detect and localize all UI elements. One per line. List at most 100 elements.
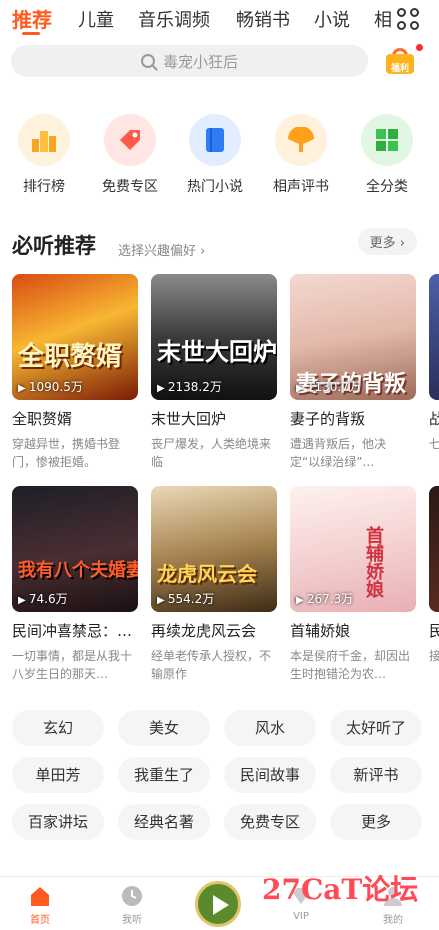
book-description: 穿越异世，携婚书登门，惨被拒婚。 [12, 437, 121, 469]
book-title: 民 [429, 622, 439, 640]
book-title: 全职赘婿 [12, 410, 73, 428]
quick-link-ranking[interactable]: 排行榜 [9, 114, 79, 196]
quick-link-free[interactable]: 免费专区 [95, 114, 165, 196]
nav-label: 我的 [383, 915, 403, 926]
notification-dot [416, 44, 423, 51]
book-description: 本是侯府千金，却因出生时抱错沦为农… [290, 649, 411, 681]
book-description: 七 [429, 437, 439, 451]
tag-chip[interactable]: 我重生了 [118, 757, 210, 793]
book-card-partial[interactable]: 战 七 [429, 274, 439, 471]
tag-chip[interactable]: 美女 [118, 710, 210, 746]
tab-bestseller[interactable]: 畅销书 [236, 6, 290, 32]
interest-tags: 玄幻 美女 风水 太好听了 单田芳 我重生了 民间故事 新评书 百家讲坛 经典名… [0, 700, 439, 876]
play-count: 74.6万 [18, 590, 68, 607]
grid-icon [361, 114, 413, 166]
book-grid: 全职赘婿 1090.5万 全职赘婿 穿越异世，携婚书登门，惨被拒婚。 末世大回炉… [0, 270, 439, 700]
cover-art-title: 龙虎风云会 [157, 562, 257, 586]
welfare-label: 福利 [390, 64, 409, 74]
home-icon [29, 885, 51, 907]
book-cover: 龙虎风云会 554.2万 [151, 486, 277, 612]
tag-chip[interactable]: 经典名著 [118, 804, 210, 840]
tag-chip[interactable]: 新评书 [330, 757, 422, 793]
section-title: 必听推荐 [12, 234, 96, 258]
all-channels-grid-icon[interactable] [397, 8, 421, 32]
book-description: 一切事情，都是从我十八岁生日的那天… [12, 649, 133, 681]
tag-chip[interactable]: 民间故事 [224, 757, 316, 793]
book-card[interactable]: 末世大回炉 2138.2万 末世大回炉 丧尸爆发，人类绝境来临 [151, 274, 277, 471]
book-title: 首辅娇娘 [290, 622, 351, 640]
tab-novel[interactable]: 小说 [314, 6, 350, 32]
search-row: 毒宠小狂后 福利 [0, 38, 439, 86]
book-card[interactable]: 我有八个夫婚妻 74.6万 民间冲喜禁忌：… 一切事情，都是从我十八岁生日的那天… [12, 486, 138, 683]
play-count: 1090.5万 [18, 378, 83, 395]
book-title: 末世大回炉 [151, 410, 227, 428]
book-description: 接 [429, 649, 439, 663]
book-cover: 全职赘婿 1090.5万 [12, 274, 138, 400]
quick-link-label: 相声评书 [273, 179, 329, 195]
book-card[interactable]: 妻子的背叛 1130.7万 妻子的背叛 遭遇背叛后，他决定“以绿治绿”… [290, 274, 416, 471]
book-description: 经单老传承人授权，不输原作 [151, 649, 272, 681]
quick-link-all-categories[interactable]: 全分类 [352, 114, 422, 196]
fan-icon [275, 114, 327, 166]
book-cover [429, 486, 439, 612]
cover-art-title: 全职赘婿 [18, 342, 123, 372]
tab-crosstalk[interactable]: 相 [374, 6, 392, 32]
quick-link-label: 热门小说 [187, 179, 243, 195]
nav-listening[interactable]: 我听 [102, 885, 162, 926]
book-title: 战 [429, 410, 439, 428]
active-tab-indicator [22, 32, 40, 35]
choose-interest-link[interactable]: 选择兴趣偏好 › [118, 240, 205, 259]
quick-links: 排行榜 免费专区 热门小说 相声评书 全分类 [0, 86, 439, 206]
book-cover: 妻子的背叛 1130.7万 [290, 274, 416, 400]
tab-music-radio[interactable]: 音乐调频 [138, 6, 210, 32]
nav-label: 首页 [30, 915, 50, 926]
search-placeholder: 毒宠小狂后 [162, 52, 238, 71]
top-tab-bar: 推荐 儿童 音乐调频 畅销书 小说 相 [0, 0, 439, 38]
book-cover: 我有八个夫婚妻 74.6万 [12, 486, 138, 612]
play-center-button[interactable] [195, 881, 241, 927]
tag-chip[interactable]: 风水 [224, 710, 316, 746]
cover-art-title: 我有八个夫婚妻 [18, 560, 138, 581]
quick-link-label: 排行榜 [23, 179, 65, 195]
book-card[interactable]: 全职赘婿 1090.5万 全职赘婿 穿越异世，携婚书登门，惨被拒婚。 [12, 274, 138, 471]
search-input[interactable]: 毒宠小狂后 [11, 45, 368, 77]
welfare-gift-button[interactable]: 福利 [384, 46, 416, 76]
book-cover: 首辅娇娘 267.3万 [290, 486, 416, 612]
nav-home[interactable]: 首页 [10, 885, 70, 926]
book-card[interactable]: 首辅娇娘 267.3万 首辅娇娘 本是侯府千金，却因出生时抱错沦为农… [290, 486, 416, 683]
cover-art-title: 首辅娇娘 [363, 526, 384, 598]
quick-link-crosstalk[interactable]: 相声评书 [266, 114, 336, 196]
tab-recommend[interactable]: 推荐 [12, 4, 52, 33]
search-icon [140, 54, 155, 68]
book-cover [429, 274, 439, 400]
tag-chip[interactable]: 免费专区 [224, 804, 316, 840]
book-card[interactable]: 龙虎风云会 554.2万 再续龙虎风云会 经单老传承人授权，不输原作 [151, 486, 277, 683]
quick-link-label: 全分类 [366, 179, 408, 195]
forum-watermark: 27CaT论坛 [262, 873, 419, 906]
book-title: 再续龙虎风云会 [151, 622, 257, 640]
clock-icon [121, 885, 143, 907]
more-button[interactable]: 更多 › [357, 228, 417, 255]
book-cover: 末世大回炉 2138.2万 [151, 274, 277, 400]
tag-chip[interactable]: 玄幻 [12, 710, 104, 746]
tag-icon [104, 114, 156, 166]
play-count: 267.3万 [296, 590, 353, 607]
play-count: 554.2万 [157, 590, 214, 607]
trophy-icon [18, 114, 70, 166]
book-icon [189, 114, 241, 166]
quick-link-hot-novel[interactable]: 热门小说 [180, 114, 250, 196]
book-title: 民间冲喜禁忌：… [12, 622, 133, 640]
book-card-partial[interactable]: 民 接 [429, 486, 439, 683]
tag-chip[interactable]: 百家讲坛 [12, 804, 104, 840]
must-listen-header: 必听推荐 选择兴趣偏好 › 更多 › [0, 206, 439, 270]
tab-children[interactable]: 儿童 [78, 6, 114, 32]
nav-label: VIP [293, 911, 309, 922]
tag-chip[interactable]: 太好听了 [330, 710, 422, 746]
quick-link-label: 免费专区 [102, 179, 158, 195]
nav-label: 我听 [122, 915, 142, 926]
cover-art-title: 末世大回炉 [157, 337, 277, 366]
tag-chip[interactable]: 单田芳 [12, 757, 104, 793]
more-tags-chip[interactable]: 更多 [330, 804, 422, 840]
play-count: 1130.7万 [296, 378, 361, 395]
book-description: 遭遇背叛后，他决定“以绿治绿”… [290, 437, 387, 469]
